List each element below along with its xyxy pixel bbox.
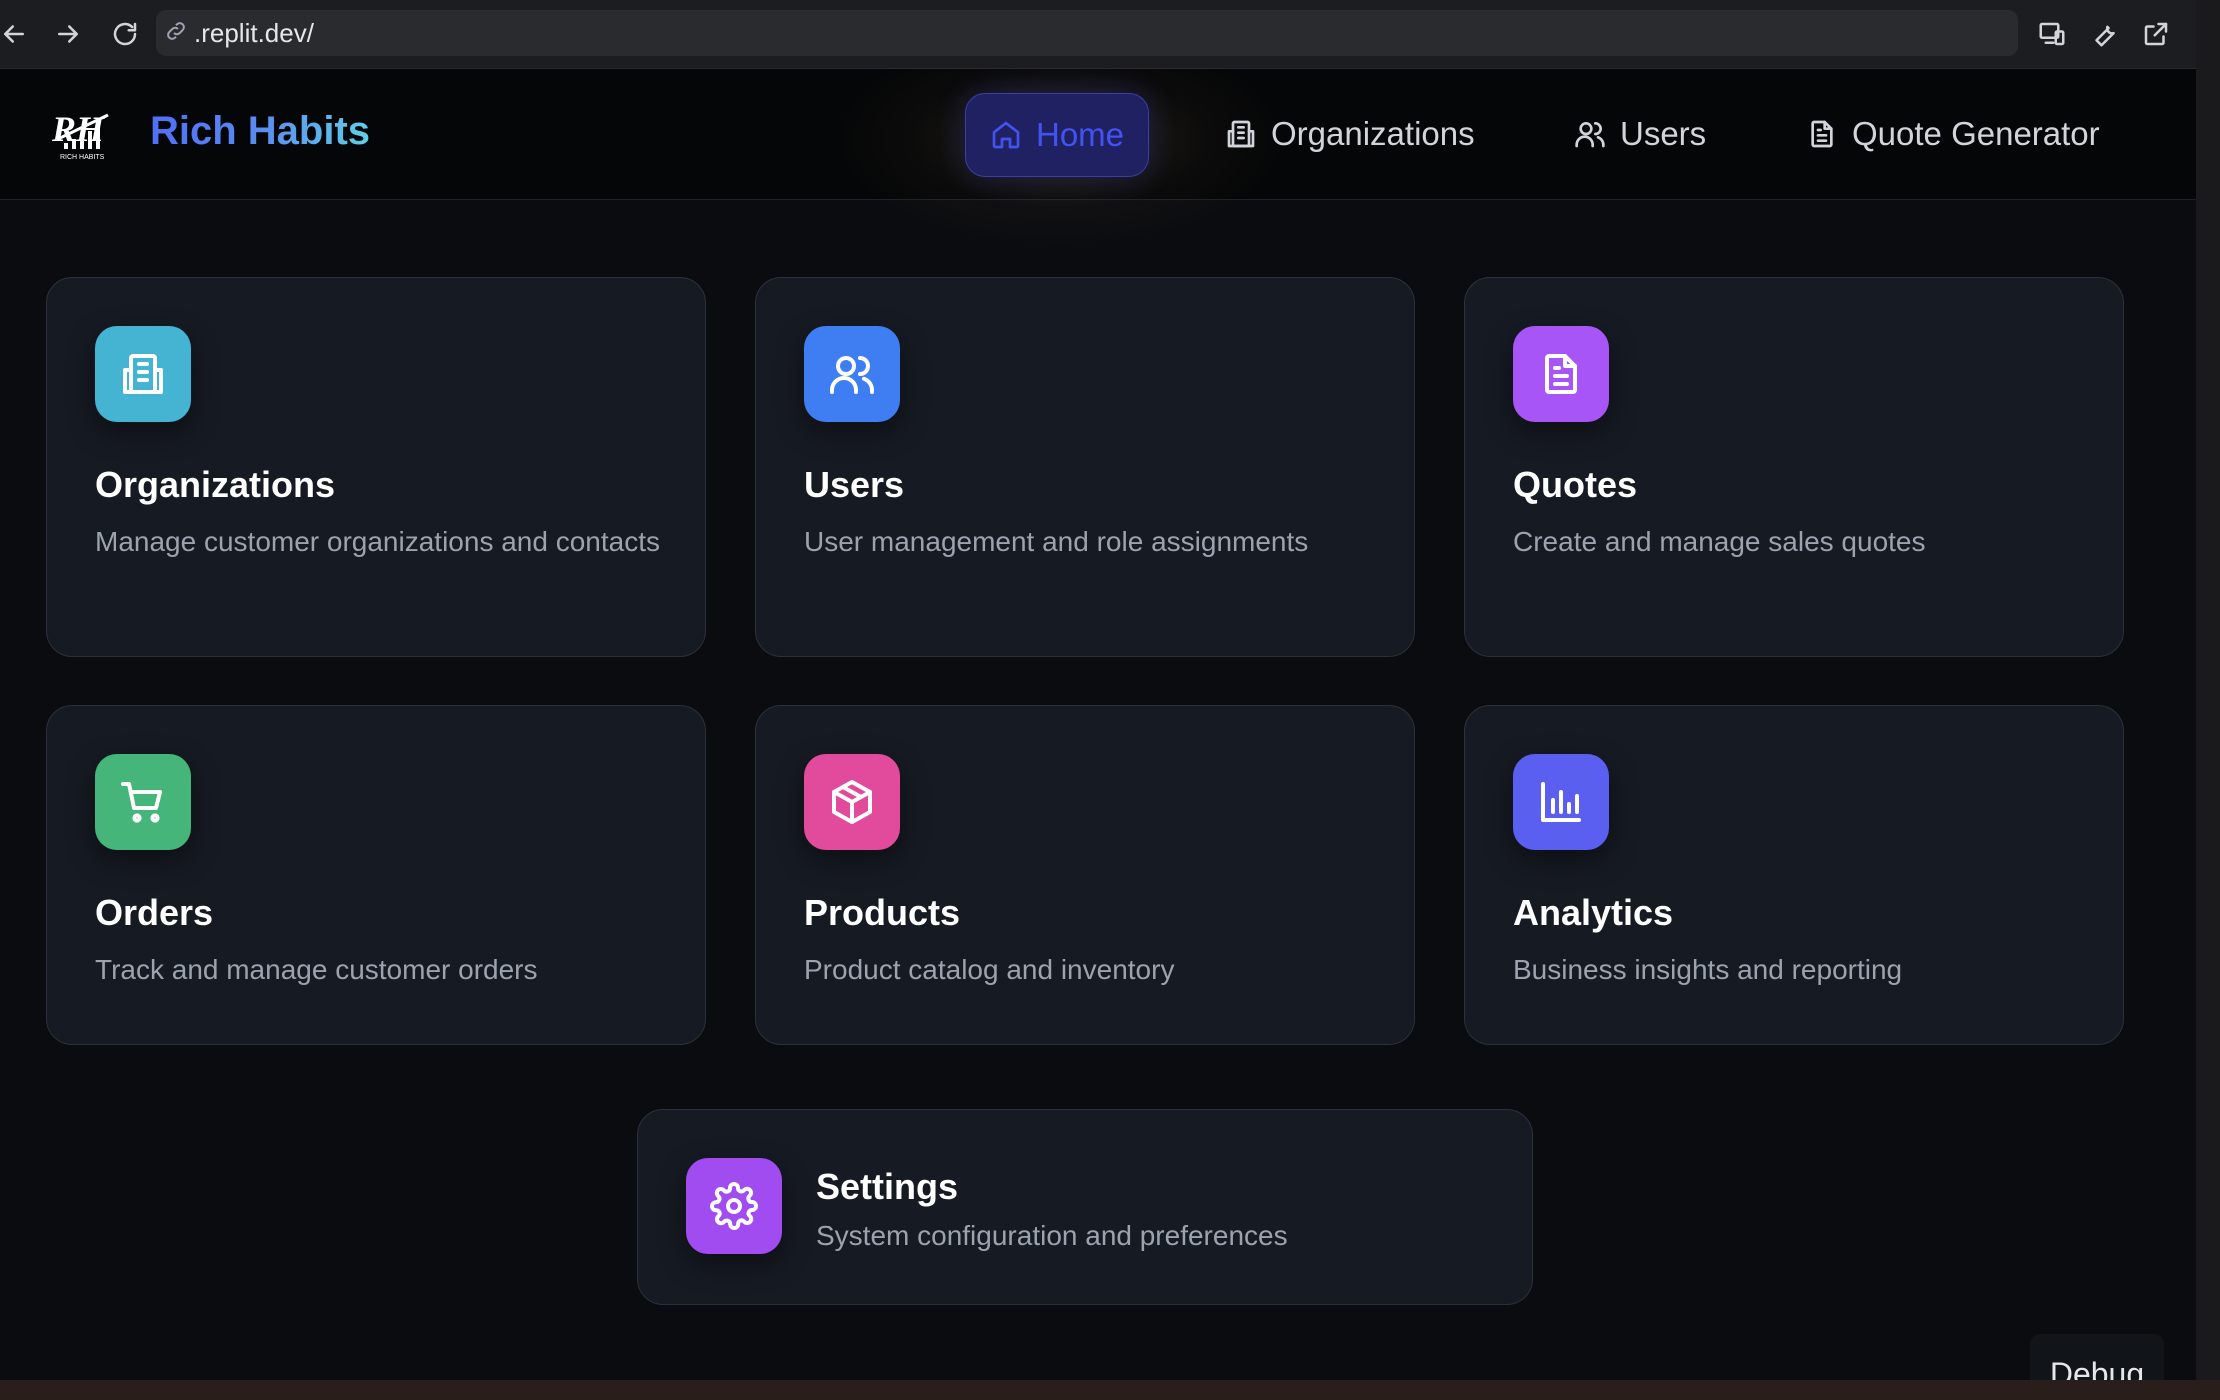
card-title: Settings xyxy=(816,1166,959,1207)
building-icon xyxy=(95,326,191,422)
bar-chart-icon xyxy=(1513,754,1609,850)
nav-users[interactable]: Users xyxy=(1574,93,1706,175)
card-settings[interactable]: Settings System configuration and prefer… xyxy=(637,1109,1533,1305)
devices-icon[interactable] xyxy=(2034,16,2070,52)
card-title: Analytics xyxy=(1513,892,1674,933)
card-orders[interactable]: Orders Track and manage customer orders xyxy=(46,705,706,1045)
file-text-icon xyxy=(1811,120,1833,148)
address-bar[interactable]: .replit.dev/ xyxy=(156,10,2018,56)
card-description: Track and manage customer orders xyxy=(95,954,538,985)
rich-habits-logo: RH RICH HABITS xyxy=(51,109,109,161)
card-title: Users xyxy=(804,464,905,505)
app-viewport: RH RICH HABITS Rich Habits Home Organiza… xyxy=(0,69,2196,1380)
card-description: Create and manage sales quotes xyxy=(1513,526,1926,557)
debug-button[interactable]: Debug xyxy=(2030,1334,2164,1380)
card-title: Organizations xyxy=(95,464,336,505)
card-title: Products xyxy=(804,892,961,933)
nav-quote-generator-label: Quote Generator xyxy=(1852,115,2100,152)
url-text: .replit.dev/ xyxy=(194,17,314,48)
window-edge xyxy=(2196,0,2220,1400)
link-icon xyxy=(164,19,192,47)
app-header: RH RICH HABITS Rich Habits Home Organiza… xyxy=(0,69,2196,249)
brand-title[interactable]: Rich Habits xyxy=(150,109,370,154)
card-description: System configuration and preferences xyxy=(816,1220,1288,1251)
nav-organizations[interactable]: Organizations xyxy=(1225,93,1475,175)
desktop-strip xyxy=(0,1380,2220,1400)
svg-text:RICH HABITS: RICH HABITS xyxy=(60,154,105,161)
card-quotes[interactable]: Quotes Create and manage sales quotes xyxy=(1464,277,2124,657)
nav-users-label: Users xyxy=(1620,115,1707,152)
card-users[interactable]: Users User management and role assignmen… xyxy=(755,277,1415,657)
nav-home[interactable]: Home xyxy=(965,93,1150,177)
card-title: Orders xyxy=(95,892,214,933)
card-description: Business insights and reporting xyxy=(1513,954,1903,985)
forward-icon[interactable] xyxy=(48,14,88,54)
card-description: User management and role assignments xyxy=(804,526,1309,557)
home-icon xyxy=(992,121,1020,149)
card-organizations[interactable]: Organizations Manage customer organizati… xyxy=(46,277,706,657)
box-icon xyxy=(804,754,900,850)
card-products[interactable]: Products Product catalog and inventory xyxy=(755,705,1415,1045)
users-icon xyxy=(804,326,900,422)
reload-icon[interactable] xyxy=(105,14,145,54)
building-icon xyxy=(1227,120,1255,148)
card-description: Manage customer organizations and contac… xyxy=(95,526,660,557)
gear-icon xyxy=(686,1158,782,1254)
cart-icon xyxy=(95,754,191,850)
card-description: Product catalog and inventory xyxy=(804,954,1175,985)
nav-quote-generator[interactable]: Quote Generator xyxy=(1806,93,2100,175)
external-link-icon[interactable] xyxy=(2138,16,2174,52)
file-text-icon xyxy=(1513,326,1609,422)
users-icon xyxy=(1575,121,1605,148)
card-analytics[interactable]: Analytics Business insights and reportin… xyxy=(1464,705,2124,1045)
back-icon[interactable] xyxy=(0,14,34,54)
wrench-icon[interactable] xyxy=(2086,16,2122,52)
nav-organizations-label: Organizations xyxy=(1271,115,1475,152)
card-title: Quotes xyxy=(1513,464,1638,505)
browser-toolbar: .replit.dev/ xyxy=(0,0,2196,69)
nav-home-label: Home xyxy=(1036,116,1125,153)
